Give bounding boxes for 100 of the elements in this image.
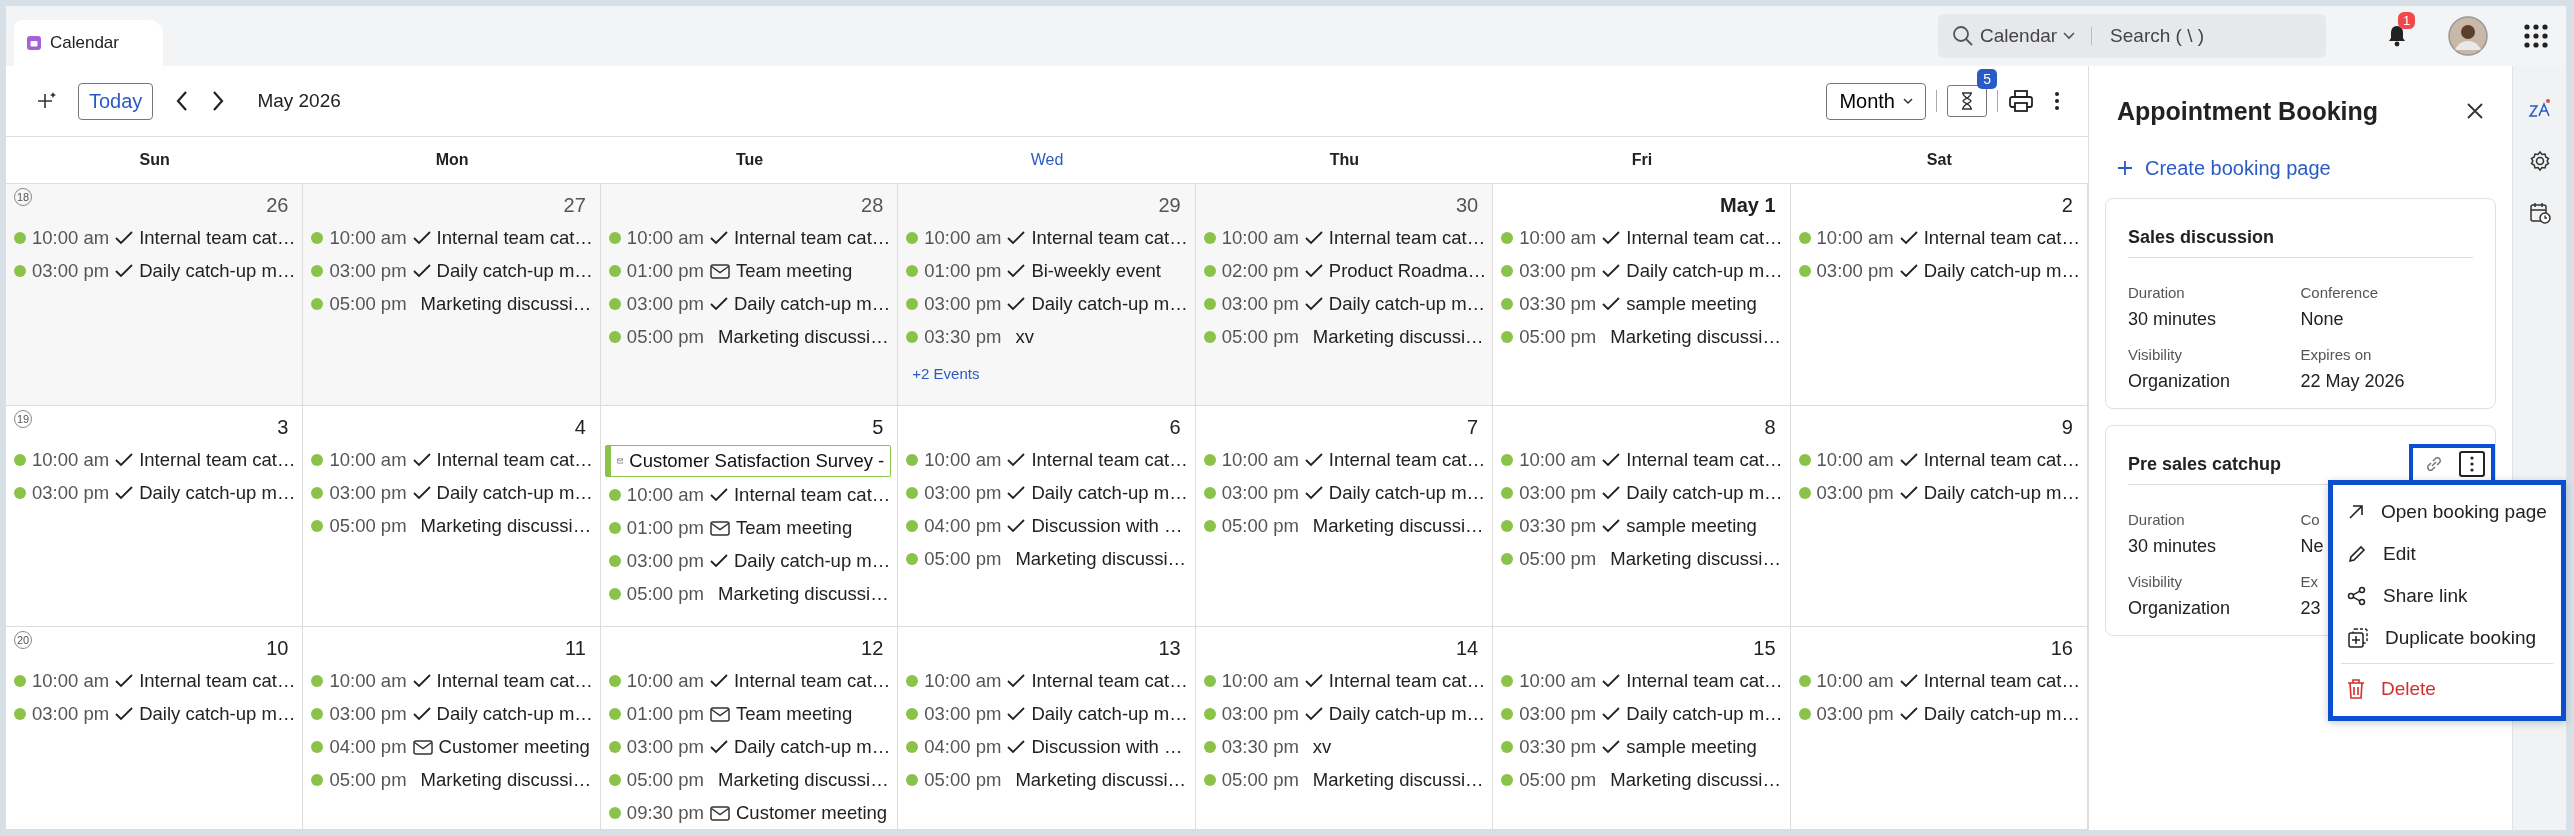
print-icon[interactable] <box>2008 89 2034 113</box>
day-cell[interactable]: 5 Customer Satisfaction Survey - 10:00 am Internal team cat… 01:00 pm Team meeting 03:00 pm Daily catch-up m… 05:00 pm Marketing discussi… <box>600 406 899 626</box>
settings-icon[interactable] <box>2528 150 2551 172</box>
calendar-event[interactable]: 10:00 am Internal team cat… <box>311 445 594 475</box>
view-dropdown[interactable]: Month <box>1826 82 1926 120</box>
day-cell[interactable]: 30 10:00 am Internal team cat… 02:00 pm Product Roadma… 03:00 pm Daily catch-up m… 05:00 pm Marketing discussi… <box>1195 184 1494 405</box>
menu-item[interactable]: Delete <box>2341 668 2553 710</box>
calendar-event[interactable]: 10:00 am Internal team cat… <box>1203 445 1487 475</box>
calendar-event[interactable]: 01:00 pm Team meeting <box>608 699 892 729</box>
calendar-event[interactable]: 03:00 pm Daily catch-up m… <box>1798 699 2081 729</box>
calendar-event[interactable]: 10:00 am Internal team cat… <box>311 223 594 253</box>
day-cell[interactable]: 16 10:00 am Internal team cat… 03:00 pm Daily catch-up m… <box>1790 627 2088 829</box>
calendar-event[interactable]: 10:00 am Internal team cat… <box>1798 223 2081 253</box>
calendar-event[interactable]: 03:30 pm xv <box>906 322 1189 352</box>
calendar-event[interactable]: 05:00 pm Marketing discussi… <box>608 322 892 352</box>
next-icon[interactable] <box>211 90 226 112</box>
calendar-event[interactable]: 03:00 pm Daily catch-up m… <box>608 732 892 762</box>
day-cell[interactable]: 12 10:00 am Internal team cat… 01:00 pm Team meeting 03:00 pm Daily catch-up m… 05:00 pm Marketing discussi… 09:30 pm Customer meeting <box>600 627 899 829</box>
calendar-event[interactable]: 03:00 pm Daily catch-up m… <box>311 478 594 508</box>
more-options-icon[interactable] <box>2054 91 2060 111</box>
day-cell[interactable]: 9 10:00 am Internal team cat… 03:00 pm Daily catch-up m… <box>1790 406 2088 626</box>
day-cell[interactable]: 7 10:00 am Internal team cat… 03:00 pm Daily catch-up m… 05:00 pm Marketing discussi… <box>1195 406 1494 626</box>
calendar-event[interactable]: 10:00 am Internal team cat… <box>906 223 1189 253</box>
close-icon[interactable] <box>2466 102 2484 120</box>
day-cell[interactable]: 11 10:00 am Internal team cat… 03:00 pm Daily catch-up m… 04:00 pm Customer meeting 05:00 pm Marketing discussi… <box>303 627 601 829</box>
calendar-event[interactable]: 10:00 am Internal team cat… <box>1501 445 1784 475</box>
pending-button[interactable] <box>1947 85 1987 117</box>
calendar-event[interactable]: 05:00 pm Marketing discussi… <box>906 765 1189 795</box>
calendar-event[interactable]: 05:00 pm Marketing discussi… <box>906 544 1189 574</box>
day-cell[interactable]: May 1 10:00 am Internal team cat… 03:00 pm Daily catch-up m… 03:30 pm sample meeting 05:00 pm Marketing discussi… <box>1493 184 1791 405</box>
calendar-event[interactable]: 03:00 pm Daily catch-up m… <box>311 699 594 729</box>
day-cell[interactable]: 2 10:00 am Internal team cat… 03:00 pm Daily catch-up m… <box>1790 184 2088 405</box>
calendar-event[interactable]: 05:00 pm Marketing discussi… <box>1501 765 1784 795</box>
calendar-event[interactable]: 05:00 pm Marketing discussi… <box>608 579 892 609</box>
calendar-event[interactable]: 01:00 pm Team meeting <box>608 513 892 543</box>
calendar-event[interactable]: 03:00 pm Daily catch-up m… <box>1203 478 1487 508</box>
calendar-event[interactable]: 03:00 pm Daily catch-up m… <box>14 478 297 508</box>
search-field[interactable]: Calendar Search ( \ ) <box>1938 14 2326 58</box>
calendar-event[interactable]: 03:30 pm xv <box>1203 732 1487 762</box>
day-cell[interactable]: 19 3 10:00 am Internal team cat… 03:00 pm Daily catch-up m… <box>6 406 304 626</box>
calendar-event[interactable]: 10:00 am Internal team cat… <box>608 666 892 696</box>
day-cell[interactable]: 14 10:00 am Internal team cat… 03:00 pm Daily catch-up m… 03:30 pm xv 05:00 pm Marketing discussi… <box>1195 627 1494 829</box>
calendar-event[interactable]: 01:00 pm Bi-weekly event <box>906 256 1189 286</box>
calendar-event[interactable]: 03:00 pm Daily catch-up m… <box>1501 478 1784 508</box>
day-cell[interactable]: 8 10:00 am Internal team cat… 03:00 pm Daily catch-up m… 03:30 pm sample meeting 05:00 pm Marketing discussi… <box>1493 406 1791 626</box>
day-cell[interactable]: 15 10:00 am Internal team cat… 03:00 pm Daily catch-up m… 03:30 pm sample meeting 05:00 pm Marketing discussi… <box>1493 627 1791 829</box>
calendar-event[interactable]: 10:00 am Internal team cat… <box>906 445 1189 475</box>
calendar-event[interactable]: 02:00 pm Product Roadma… <box>1203 256 1487 286</box>
day-cell[interactable]: 27 10:00 am Internal team cat… 03:00 pm Daily catch-up m… 05:00 pm Marketing discussi… <box>303 184 601 405</box>
calendar-clock-icon[interactable] <box>2528 202 2551 224</box>
more-events-link[interactable]: +2 Events <box>912 365 1189 382</box>
calendar-event[interactable]: 03:00 pm Daily catch-up m… <box>14 256 297 286</box>
calendar-event[interactable]: 05:00 pm Marketing discussi… <box>608 765 892 795</box>
calendar-event[interactable]: 03:00 pm Daily catch-up m… <box>1501 699 1784 729</box>
calendar-event[interactable]: 09:30 pm Customer meeting <box>608 798 892 828</box>
calendar-event[interactable]: 01:00 pm Team meeting <box>608 256 892 286</box>
calendar-event[interactable]: 10:00 am Internal team cat… <box>1798 666 2081 696</box>
calendar-event[interactable]: 03:00 pm Daily catch-up m… <box>1203 289 1487 319</box>
calendar-event[interactable]: 05:00 pm Marketing discussi… <box>311 765 594 795</box>
day-cell[interactable]: 20 10 10:00 am Internal team cat… 03:00 pm Daily catch-up m… <box>6 627 304 829</box>
calendar-event[interactable]: 10:00 am Internal team cat… <box>1203 223 1487 253</box>
all-day-event[interactable]: Customer Satisfaction Survey - <box>604 445 892 477</box>
calendar-event[interactable]: 05:00 pm Marketing discussi… <box>311 511 594 541</box>
calendar-event[interactable]: 03:00 pm Daily catch-up m… <box>906 699 1189 729</box>
previous-icon[interactable] <box>175 90 190 112</box>
day-cell[interactable]: 4 10:00 am Internal team cat… 03:00 pm Daily catch-up m… 05:00 pm Marketing discussi… <box>303 406 601 626</box>
calendar-event[interactable]: 10:00 am Internal team cat… <box>906 666 1189 696</box>
notifications-bell-icon[interactable] <box>2386 24 2408 48</box>
calendar-event[interactable]: 05:00 pm Marketing discussi… <box>1203 765 1487 795</box>
calendar-tab[interactable]: Calendar <box>14 20 163 66</box>
calendar-event[interactable]: 10:00 am Internal team cat… <box>1501 223 1784 253</box>
calendar-event[interactable]: 10:00 am Internal team cat… <box>1203 666 1487 696</box>
calendar-event[interactable]: 03:00 pm Daily catch-up m… <box>14 699 297 729</box>
avatar[interactable] <box>2448 16 2488 56</box>
more-options-button[interactable] <box>2459 451 2485 477</box>
day-cell[interactable]: 29 10:00 am Internal team cat… 01:00 pm Bi-weekly event 03:00 pm Daily catch-up m… 03:30 pm xv +2 Events <box>898 184 1196 405</box>
calendar-event[interactable]: 03:00 pm Daily catch-up m… <box>608 546 892 576</box>
calendar-event[interactable]: 10:00 am Internal team cat… <box>1798 445 2081 475</box>
calendar-event[interactable]: 03:00 pm Daily catch-up m… <box>906 289 1189 319</box>
calendar-event[interactable]: 04:00 pm Discussion with … <box>906 732 1189 762</box>
calendar-event[interactable]: 03:00 pm Daily catch-up m… <box>311 256 594 286</box>
calendar-event[interactable]: 03:30 pm sample meeting <box>1501 511 1784 541</box>
calendar-event[interactable]: 03:00 pm Daily catch-up m… <box>608 289 892 319</box>
calendar-event[interactable]: 10:00 am Internal team cat… <box>14 666 297 696</box>
day-cell[interactable]: 6 10:00 am Internal team cat… 03:00 pm Daily catch-up m… 04:00 pm Discussion with … 05:00 pm Marketing discussi… <box>898 406 1196 626</box>
calendar-event[interactable]: 03:00 pm Daily catch-up m… <box>1203 699 1487 729</box>
today-button[interactable]: Today <box>78 82 154 120</box>
calendar-event[interactable]: 03:00 pm Daily catch-up m… <box>1798 256 2081 286</box>
day-cell[interactable]: 18 26 10:00 am Internal team cat… 03:00 pm Daily catch-up m… <box>6 184 304 405</box>
calendar-event[interactable]: 05:00 pm Marketing discussi… <box>311 289 594 319</box>
search-scope[interactable]: Calendar <box>1980 25 2058 47</box>
calendar-event[interactable]: 04:00 pm Discussion with … <box>906 511 1189 541</box>
calendar-event[interactable]: 10:00 am Internal team cat… <box>608 480 892 510</box>
create-booking-link[interactable]: Create booking page <box>2105 148 2496 188</box>
calendar-event[interactable]: 05:00 pm Marketing discussi… <box>1501 544 1784 574</box>
calendar-event[interactable]: 10:00 am Internal team cat… <box>14 445 297 475</box>
calendar-event[interactable]: 10:00 am Internal team cat… <box>608 223 892 253</box>
calendar-event[interactable]: 03:30 pm sample meeting <box>1501 732 1784 762</box>
calendar-event[interactable]: 05:00 pm Marketing discussi… <box>1203 511 1487 541</box>
apps-grid-icon[interactable] <box>2524 24 2548 48</box>
